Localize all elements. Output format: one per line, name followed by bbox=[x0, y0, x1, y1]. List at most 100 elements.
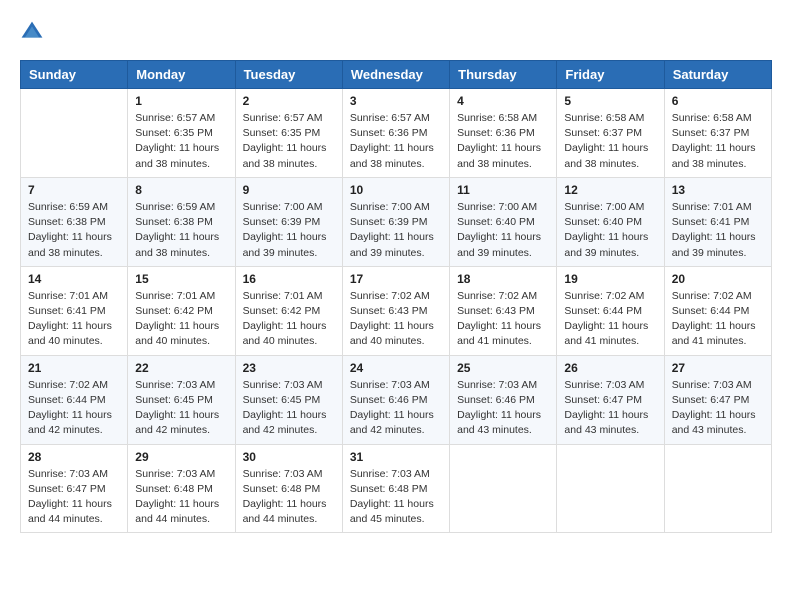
day-number: 8 bbox=[135, 183, 227, 197]
day-number: 31 bbox=[350, 450, 442, 464]
sunset-text: Sunset: 6:38 PM bbox=[135, 216, 213, 228]
calendar-cell: 27 Sunrise: 7:03 AM Sunset: 6:47 PM Dayl… bbox=[664, 355, 771, 444]
calendar-cell: 11 Sunrise: 7:00 AM Sunset: 6:40 PM Dayl… bbox=[450, 177, 557, 266]
sunset-text: Sunset: 6:35 PM bbox=[135, 127, 213, 139]
sunrise-text: Sunrise: 7:01 AM bbox=[28, 290, 108, 302]
page-header bbox=[20, 20, 772, 44]
daylight-text: Daylight: 11 hours and 38 minutes. bbox=[135, 142, 219, 169]
daylight-text: Daylight: 11 hours and 39 minutes. bbox=[564, 231, 648, 258]
calendar-cell: 1 Sunrise: 6:57 AM Sunset: 6:35 PM Dayli… bbox=[128, 89, 235, 178]
daylight-text: Daylight: 11 hours and 40 minutes. bbox=[28, 320, 112, 347]
calendar-week-row: 1 Sunrise: 6:57 AM Sunset: 6:35 PM Dayli… bbox=[21, 89, 772, 178]
cell-content: Sunrise: 7:01 AM Sunset: 6:41 PM Dayligh… bbox=[28, 289, 120, 350]
day-of-week-header: Saturday bbox=[664, 61, 771, 89]
day-number: 29 bbox=[135, 450, 227, 464]
daylight-text: Daylight: 11 hours and 41 minutes. bbox=[564, 320, 648, 347]
sunrise-text: Sunrise: 6:59 AM bbox=[28, 201, 108, 213]
cell-content: Sunrise: 6:58 AM Sunset: 6:37 PM Dayligh… bbox=[564, 111, 656, 172]
cell-content: Sunrise: 7:02 AM Sunset: 6:43 PM Dayligh… bbox=[457, 289, 549, 350]
calendar-cell: 21 Sunrise: 7:02 AM Sunset: 6:44 PM Dayl… bbox=[21, 355, 128, 444]
calendar-cell: 25 Sunrise: 7:03 AM Sunset: 6:46 PM Dayl… bbox=[450, 355, 557, 444]
day-of-week-header: Wednesday bbox=[342, 61, 449, 89]
sunset-text: Sunset: 6:43 PM bbox=[457, 305, 535, 317]
cell-content: Sunrise: 7:03 AM Sunset: 6:48 PM Dayligh… bbox=[350, 467, 442, 528]
daylight-text: Daylight: 11 hours and 38 minutes. bbox=[564, 142, 648, 169]
daylight-text: Daylight: 11 hours and 42 minutes. bbox=[135, 409, 219, 436]
day-of-week-header: Sunday bbox=[21, 61, 128, 89]
sunrise-text: Sunrise: 6:59 AM bbox=[135, 201, 215, 213]
cell-content: Sunrise: 7:02 AM Sunset: 6:44 PM Dayligh… bbox=[28, 378, 120, 439]
sunset-text: Sunset: 6:40 PM bbox=[564, 216, 642, 228]
calendar-cell bbox=[664, 444, 771, 533]
day-number: 26 bbox=[564, 361, 656, 375]
daylight-text: Daylight: 11 hours and 43 minutes. bbox=[672, 409, 756, 436]
day-of-week-header: Thursday bbox=[450, 61, 557, 89]
calendar-cell: 14 Sunrise: 7:01 AM Sunset: 6:41 PM Dayl… bbox=[21, 266, 128, 355]
cell-content: Sunrise: 6:58 AM Sunset: 6:36 PM Dayligh… bbox=[457, 111, 549, 172]
calendar-cell: 10 Sunrise: 7:00 AM Sunset: 6:39 PM Dayl… bbox=[342, 177, 449, 266]
calendar-cell: 7 Sunrise: 6:59 AM Sunset: 6:38 PM Dayli… bbox=[21, 177, 128, 266]
day-number: 13 bbox=[672, 183, 764, 197]
day-number: 5 bbox=[564, 94, 656, 108]
calendar-cell: 8 Sunrise: 6:59 AM Sunset: 6:38 PM Dayli… bbox=[128, 177, 235, 266]
sunrise-text: Sunrise: 7:02 AM bbox=[350, 290, 430, 302]
sunset-text: Sunset: 6:45 PM bbox=[135, 394, 213, 406]
calendar-week-row: 21 Sunrise: 7:02 AM Sunset: 6:44 PM Dayl… bbox=[21, 355, 772, 444]
day-number: 15 bbox=[135, 272, 227, 286]
cell-content: Sunrise: 6:57 AM Sunset: 6:35 PM Dayligh… bbox=[135, 111, 227, 172]
calendar-cell: 29 Sunrise: 7:03 AM Sunset: 6:48 PM Dayl… bbox=[128, 444, 235, 533]
daylight-text: Daylight: 11 hours and 39 minutes. bbox=[672, 231, 756, 258]
cell-content: Sunrise: 7:00 AM Sunset: 6:40 PM Dayligh… bbox=[564, 200, 656, 261]
sunset-text: Sunset: 6:38 PM bbox=[28, 216, 106, 228]
day-number: 7 bbox=[28, 183, 120, 197]
calendar-cell: 24 Sunrise: 7:03 AM Sunset: 6:46 PM Dayl… bbox=[342, 355, 449, 444]
sunset-text: Sunset: 6:44 PM bbox=[564, 305, 642, 317]
cell-content: Sunrise: 6:59 AM Sunset: 6:38 PM Dayligh… bbox=[135, 200, 227, 261]
sunrise-text: Sunrise: 7:03 AM bbox=[243, 468, 323, 480]
sunset-text: Sunset: 6:37 PM bbox=[672, 127, 750, 139]
day-number: 19 bbox=[564, 272, 656, 286]
calendar-cell: 3 Sunrise: 6:57 AM Sunset: 6:36 PM Dayli… bbox=[342, 89, 449, 178]
sunrise-text: Sunrise: 7:02 AM bbox=[457, 290, 537, 302]
daylight-text: Daylight: 11 hours and 38 minutes. bbox=[350, 142, 434, 169]
daylight-text: Daylight: 11 hours and 38 minutes. bbox=[243, 142, 327, 169]
sunset-text: Sunset: 6:40 PM bbox=[457, 216, 535, 228]
daylight-text: Daylight: 11 hours and 38 minutes. bbox=[672, 142, 756, 169]
calendar-cell: 18 Sunrise: 7:02 AM Sunset: 6:43 PM Dayl… bbox=[450, 266, 557, 355]
sunrise-text: Sunrise: 6:58 AM bbox=[564, 112, 644, 124]
calendar-cell: 12 Sunrise: 7:00 AM Sunset: 6:40 PM Dayl… bbox=[557, 177, 664, 266]
calendar-cell: 22 Sunrise: 7:03 AM Sunset: 6:45 PM Dayl… bbox=[128, 355, 235, 444]
sunset-text: Sunset: 6:46 PM bbox=[350, 394, 428, 406]
day-number: 30 bbox=[243, 450, 335, 464]
day-number: 18 bbox=[457, 272, 549, 286]
daylight-text: Daylight: 11 hours and 41 minutes. bbox=[457, 320, 541, 347]
sunrise-text: Sunrise: 7:03 AM bbox=[135, 468, 215, 480]
day-number: 11 bbox=[457, 183, 549, 197]
calendar-cell: 31 Sunrise: 7:03 AM Sunset: 6:48 PM Dayl… bbox=[342, 444, 449, 533]
calendar-cell: 4 Sunrise: 6:58 AM Sunset: 6:36 PM Dayli… bbox=[450, 89, 557, 178]
calendar-header-row: SundayMondayTuesdayWednesdayThursdayFrid… bbox=[21, 61, 772, 89]
daylight-text: Daylight: 11 hours and 42 minutes. bbox=[28, 409, 112, 436]
calendar-cell bbox=[450, 444, 557, 533]
daylight-text: Daylight: 11 hours and 44 minutes. bbox=[135, 498, 219, 525]
cell-content: Sunrise: 7:01 AM Sunset: 6:42 PM Dayligh… bbox=[135, 289, 227, 350]
sunset-text: Sunset: 6:36 PM bbox=[457, 127, 535, 139]
day-number: 4 bbox=[457, 94, 549, 108]
logo bbox=[20, 20, 48, 44]
sunrise-text: Sunrise: 7:02 AM bbox=[28, 379, 108, 391]
cell-content: Sunrise: 7:00 AM Sunset: 6:39 PM Dayligh… bbox=[243, 200, 335, 261]
sunset-text: Sunset: 6:42 PM bbox=[243, 305, 321, 317]
cell-content: Sunrise: 7:02 AM Sunset: 6:44 PM Dayligh… bbox=[672, 289, 764, 350]
day-number: 28 bbox=[28, 450, 120, 464]
cell-content: Sunrise: 6:58 AM Sunset: 6:37 PM Dayligh… bbox=[672, 111, 764, 172]
calendar-cell: 20 Sunrise: 7:02 AM Sunset: 6:44 PM Dayl… bbox=[664, 266, 771, 355]
daylight-text: Daylight: 11 hours and 40 minutes. bbox=[350, 320, 434, 347]
sunrise-text: Sunrise: 6:58 AM bbox=[457, 112, 537, 124]
daylight-text: Daylight: 11 hours and 39 minutes. bbox=[243, 231, 327, 258]
cell-content: Sunrise: 7:03 AM Sunset: 6:48 PM Dayligh… bbox=[243, 467, 335, 528]
day-number: 21 bbox=[28, 361, 120, 375]
sunrise-text: Sunrise: 7:02 AM bbox=[564, 290, 644, 302]
sunrise-text: Sunrise: 7:03 AM bbox=[350, 468, 430, 480]
day-of-week-header: Monday bbox=[128, 61, 235, 89]
cell-content: Sunrise: 7:00 AM Sunset: 6:39 PM Dayligh… bbox=[350, 200, 442, 261]
